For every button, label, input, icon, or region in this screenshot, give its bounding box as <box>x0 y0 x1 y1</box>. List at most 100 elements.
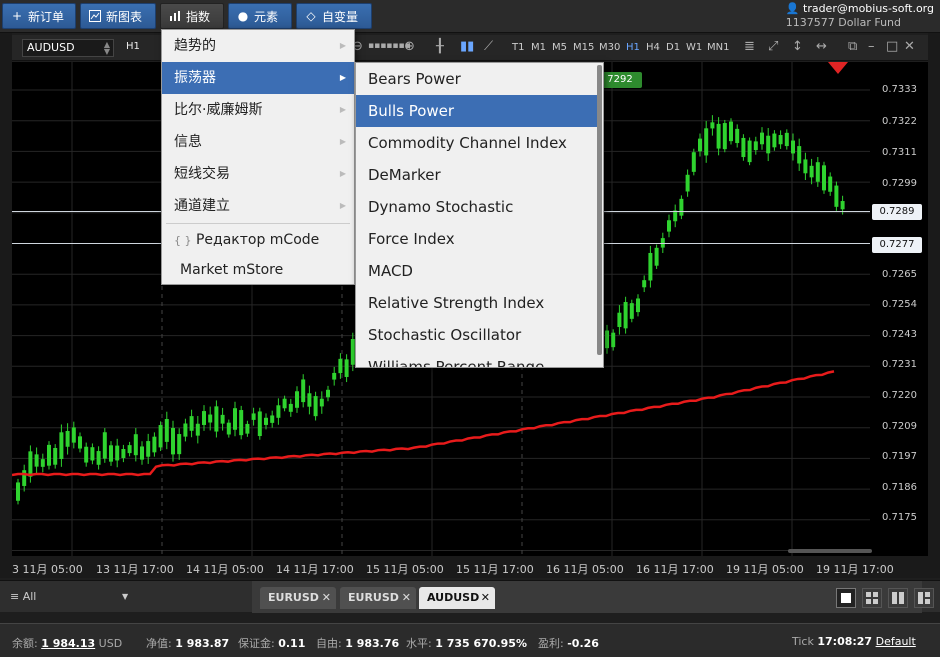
left-panel-strip[interactable] <box>0 33 12 578</box>
chart-tab[interactable]: EURUSD ✕ <box>260 587 336 609</box>
indicators-button[interactable]: 指数 <box>160 3 224 29</box>
menu-item-macd[interactable]: MACD <box>356 255 600 287</box>
time-axis: 3 11月 05:00 13 11月 17:00 14 11月 05:00 14… <box>0 556 940 578</box>
candle-body <box>34 454 39 467</box>
custom-variable-label: 自变量 <box>322 9 359 24</box>
layout-rows-icon[interactable] <box>914 588 934 608</box>
equity-value: 1 983.87 <box>175 637 230 650</box>
timeframe-m5[interactable]: M5 <box>552 42 567 53</box>
menu-item-label: 短线交易 <box>174 166 230 182</box>
timeframe-h4[interactable]: H4 <box>646 42 660 53</box>
line-chart-icon[interactable]: ⟋ <box>484 39 493 54</box>
candle-body <box>772 133 777 148</box>
price-tick: 0.7254 <box>882 299 917 310</box>
candle-body <box>22 470 27 486</box>
menu-item-force-index[interactable]: Force Index <box>356 223 600 255</box>
menu-item-demarker[interactable]: DeMarker <box>356 159 600 191</box>
vertical-scale-icon[interactable]: ↕ <box>792 39 803 54</box>
bar-type-icon[interactable]: ╂ <box>436 39 444 54</box>
submenu-arrow-icon: ▶ <box>339 73 346 82</box>
menu-item-bears-power[interactable]: Bears Power <box>356 63 600 95</box>
close-tab-icon[interactable]: ✕ <box>481 587 490 609</box>
shapes-icon: ● <box>237 9 249 23</box>
zoom-in-icon[interactable]: ⊕ <box>404 39 415 54</box>
candle-body <box>146 441 151 457</box>
menu-item-williams-r[interactable]: Williams Percent Range <box>356 351 600 367</box>
right-panel-strip[interactable] <box>928 33 940 578</box>
candle-body <box>735 128 740 144</box>
menu-item-channels[interactable]: 通道建立 ▶ <box>162 190 354 222</box>
account-info[interactable]: 👤 trader@mobius-soft.org 1137577 Dollar … <box>786 2 934 30</box>
candle-body <box>815 162 820 182</box>
timeframe-m30[interactable]: M30 <box>599 42 620 53</box>
menu-item-mcode-editor[interactable]: { } Редактор mCode <box>162 224 354 256</box>
chart-scrollbar[interactable] <box>788 549 872 553</box>
candles-icon[interactable]: ▮▮ <box>460 39 474 54</box>
balance-value[interactable]: 1 984.13 <box>41 637 95 650</box>
price-tick: 0.7220 <box>882 390 917 401</box>
minimize-icon[interactable]: – <box>868 39 875 54</box>
candle-body <box>202 411 206 425</box>
candle-body <box>344 359 349 377</box>
menu-item-trend[interactable]: 趋势的 ▶ <box>162 30 354 62</box>
profile-link[interactable]: Default <box>876 635 916 648</box>
timeframe-d1[interactable]: D1 <box>666 42 680 53</box>
candle-body <box>264 417 268 425</box>
menu-item-market-mstore[interactable]: Market mStore <box>162 254 354 286</box>
menu-item-bill-williams[interactable]: 比尔·威廉姆斯 ▶ <box>162 94 354 126</box>
close-tab-icon[interactable]: ✕ <box>322 587 331 609</box>
timeframe-t1[interactable]: T1 <box>512 42 524 53</box>
tick-time: Tick 17:08:27 Default <box>792 635 916 648</box>
menu-item-oscillators[interactable]: 振荡器 ▶ <box>162 62 354 94</box>
detach-icon[interactable]: ⧉ <box>848 39 857 54</box>
layout-grid-icon[interactable] <box>862 588 882 608</box>
menu-item-scalping[interactable]: 短线交易 ▶ <box>162 158 354 190</box>
menu-item-bulls-power[interactable]: Bulls Power <box>356 95 600 127</box>
chart-tab[interactable]: EURUSD ✕ <box>340 587 416 609</box>
horizontal-scale-icon[interactable]: ↔ <box>816 39 827 54</box>
symbol-selector[interactable]: AUDUSD ▲ ▼ <box>22 39 114 57</box>
level-value: 1 735 670.95% <box>435 637 527 650</box>
menu-item-label: Редактор mCode <box>195 232 320 248</box>
filter-value: All <box>22 590 37 603</box>
submenu-scrollbar[interactable] <box>597 65 602 355</box>
candle-body <box>78 436 82 449</box>
menu-item-label: Market mStore <box>180 262 284 278</box>
candle-body <box>716 123 721 149</box>
close-icon[interactable]: ✕ <box>904 39 915 54</box>
candle-body <box>803 159 808 174</box>
candle-body <box>809 165 814 178</box>
price-tick: 0.7209 <box>882 421 917 432</box>
maximize-icon[interactable]: □ <box>886 39 898 54</box>
candle-body <box>698 138 702 152</box>
expand-icon[interactable]: ⤢ <box>768 39 778 54</box>
menu-item-stochastic[interactable]: Stochastic Oscillator <box>356 319 600 351</box>
menu-item-rsi[interactable]: Relative Strength Index <box>356 287 600 319</box>
time-label: 19 11月 05:00 <box>726 563 804 576</box>
new-order-button[interactable]: + 新订单 <box>2 3 76 29</box>
elements-button[interactable]: ● 元素 <box>228 3 292 29</box>
menu-item-cci[interactable]: Commodity Channel Index <box>356 127 600 159</box>
timeframe-m15[interactable]: M15 <box>573 42 594 53</box>
timeframe-w1[interactable]: W1 <box>686 42 702 53</box>
timeframe-mn1[interactable]: MN1 <box>707 42 729 53</box>
layout-single-icon[interactable] <box>836 588 856 608</box>
menu-item-dynamo-stochastic[interactable]: Dynamo Stochastic <box>356 191 600 223</box>
time-label: 3 11月 05:00 <box>12 563 83 576</box>
new-chart-button[interactable]: 新图表 <box>80 3 156 29</box>
spinner-icon[interactable]: ▲ ▼ <box>104 41 110 56</box>
candle-body <box>183 423 188 437</box>
chart-filter-dropdown[interactable]: ≡ All ▼ <box>10 590 128 603</box>
custom-variable-button[interactable]: ◇ 自变量 <box>296 3 372 29</box>
layout-columns-icon[interactable] <box>888 588 908 608</box>
chart-tab-active[interactable]: AUDUSD ✕ <box>419 587 495 609</box>
submenu-arrow-icon: ▶ <box>339 105 346 114</box>
candle-body <box>177 434 182 455</box>
indicator-list-icon[interactable]: ≣ <box>744 39 755 54</box>
menu-item-info[interactable]: 信息 ▶ <box>162 126 354 158</box>
timeframe-h1[interactable]: H1 <box>626 42 640 53</box>
candle-body <box>766 135 771 154</box>
candle-body <box>84 446 89 463</box>
timeframe-m1[interactable]: M1 <box>531 42 546 53</box>
close-tab-icon[interactable]: ✕ <box>402 587 411 609</box>
